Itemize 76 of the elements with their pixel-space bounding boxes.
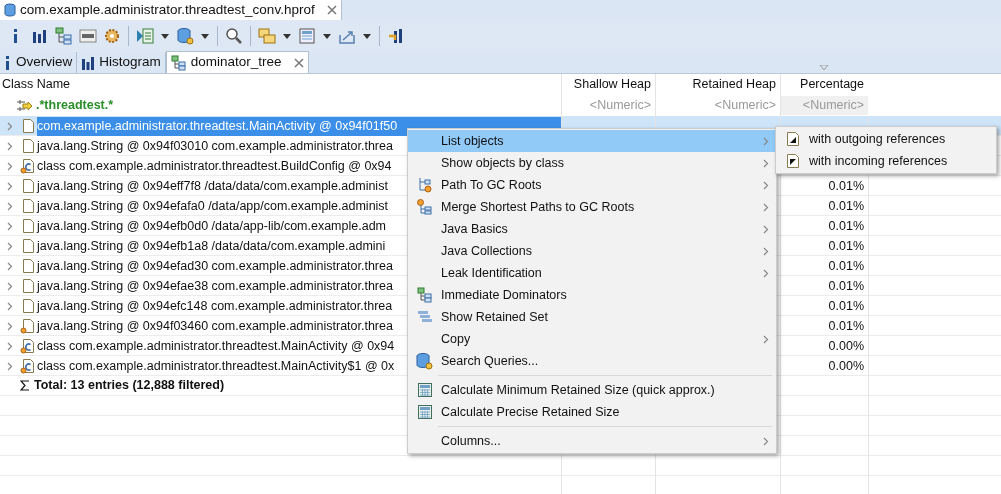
sum-icon	[20, 380, 30, 391]
table-cell: 0.01%	[828, 238, 864, 253]
table-cell: 0.01%	[828, 178, 864, 193]
menu-item[interactable]: Path To GC Roots	[408, 174, 776, 196]
menu-item[interactable]: Search Queries...	[408, 350, 776, 372]
editor-tab-title: com.example.administrator.threadtest_conv.hprof	[20, 0, 315, 19]
database-gear-icon	[416, 352, 433, 370]
search-icon[interactable]	[225, 27, 243, 45]
calculator-icon	[417, 383, 432, 397]
column-header[interactable]: Shallow Heap	[561, 75, 655, 94]
dropdown-caret-icon[interactable]	[363, 33, 371, 39]
dropdown-caret-icon[interactable]	[161, 33, 169, 39]
database-icon	[4, 3, 16, 17]
table-cell: 0.01%	[828, 318, 864, 333]
editor-tab[interactable]: com.example.administrator.threadtest_conv.hprof	[0, 0, 342, 20]
menu-item[interactable]: Copy	[408, 328, 776, 350]
tab-label: dominator_tree	[190, 53, 282, 72]
menu-item[interactable]: Columns...	[408, 430, 776, 452]
menu-item[interactable]: Leak Identification	[408, 262, 776, 284]
total-label: Total: 13 entries (12,888 filtered)	[34, 377, 225, 395]
class-name-cell[interactable]: java.lang.String @ 0x94efc148 com.example.administrator.threa	[37, 296, 393, 316]
class-name-cell[interactable]: java.lang.String @ 0x94efb1a8 /data/data/com.example.admini	[37, 236, 386, 256]
table-cell: 0.01%	[828, 278, 864, 293]
bar-chart-icon	[81, 55, 96, 70]
stacked-bars-icon	[416, 310, 433, 324]
table-cell: 0.01%	[828, 198, 864, 213]
class-name-cell[interactable]: java.lang.String @ 0x94efad30 com.example.administrator.threa	[37, 256, 393, 276]
column-header[interactable]: Retained Heap	[655, 75, 780, 94]
class-name-cell[interactable]: java.lang.String @ 0x94f03460 com.example.administrator.threa	[37, 316, 393, 336]
view-tab[interactable]: dominator_tree	[165, 51, 309, 73]
column-header[interactable]: Percentage	[800, 75, 864, 94]
close-icon[interactable]	[326, 5, 337, 15]
dropdown-caret-icon[interactable]	[323, 33, 331, 39]
bar-chart-icon[interactable]	[31, 27, 49, 45]
menu-item[interactable]: List objects	[408, 130, 776, 152]
database-gear-icon[interactable]	[176, 27, 194, 45]
close-icon[interactable]	[293, 57, 304, 68]
class-name-cell[interactable]: class com.example.administrator.threadtest.MainActivity @ 0x94	[37, 336, 395, 356]
tree-icon[interactable]	[55, 27, 73, 45]
class-name-cell[interactable]: class com.example.administrator.threadtest.MainActivity$1 @ 0x	[37, 356, 395, 376]
dropdown-caret-icon[interactable]	[201, 33, 209, 39]
info-icon	[4, 55, 12, 70]
tree-icon	[170, 54, 187, 71]
column-header[interactable]: Class Name	[0, 75, 561, 94]
class-name-cell[interactable]: java.lang.String @ 0x94efb0d0 /data/app-lib/com.example.adm	[37, 216, 386, 236]
bar-chart-icon[interactable]	[387, 27, 405, 45]
reference-file-icon	[785, 153, 800, 169]
settings-icon[interactable]	[103, 27, 121, 45]
table-cell: 0.00%	[828, 338, 864, 353]
filter-icon	[16, 98, 32, 113]
run-list-icon[interactable]	[136, 27, 154, 45]
dropdown-caret-icon[interactable]	[283, 33, 291, 39]
class-name-cell[interactable]: java.lang.String @ 0x94eff7f8 /data/data/com.example.administ	[37, 176, 388, 196]
filter-field[interactable]: .*threadtest.*	[36, 96, 114, 115]
calculator-icon	[417, 405, 432, 419]
menu-item[interactable]: Merge Shortest Paths to GC Roots	[408, 196, 776, 218]
reference-file-icon	[785, 131, 800, 147]
class-name-cell[interactable]: class com.example.administrator.threadtest.BuildConfig @ 0x94	[37, 156, 392, 176]
menu-item[interactable]: Calculate Precise Retained Size	[408, 401, 776, 423]
menu-item[interactable]: Java Collections	[408, 240, 776, 262]
table-cell: 0.00%	[828, 358, 864, 373]
sort-icon	[820, 65, 828, 71]
tree-path-icon	[416, 199, 433, 215]
tab-label: Histogram	[99, 53, 161, 72]
table-cell: 0.01%	[828, 258, 864, 273]
calculator-icon[interactable]	[298, 27, 316, 45]
class-name-cell[interactable]: java.lang.String @ 0x94efae38 com.example.administrator.threa	[37, 276, 393, 296]
tree-path-icon	[416, 177, 433, 193]
class-name-cell[interactable]: java.lang.String @ 0x94efafa0 /data/app/com.example.administ	[37, 196, 389, 216]
windows-icon[interactable]	[258, 27, 276, 45]
table-cell: 0.01%	[828, 218, 864, 233]
class-name-cell[interactable]: java.lang.String @ 0x94f03010 com.example.administrator.threa	[37, 136, 393, 156]
table-cell: 0.01%	[828, 298, 864, 313]
menu-item[interactable]: Calculate Minimum Retained Size (quick approx.)	[408, 379, 776, 401]
dominator-tree-icon	[416, 287, 433, 303]
tab-label: Overview	[16, 53, 73, 72]
